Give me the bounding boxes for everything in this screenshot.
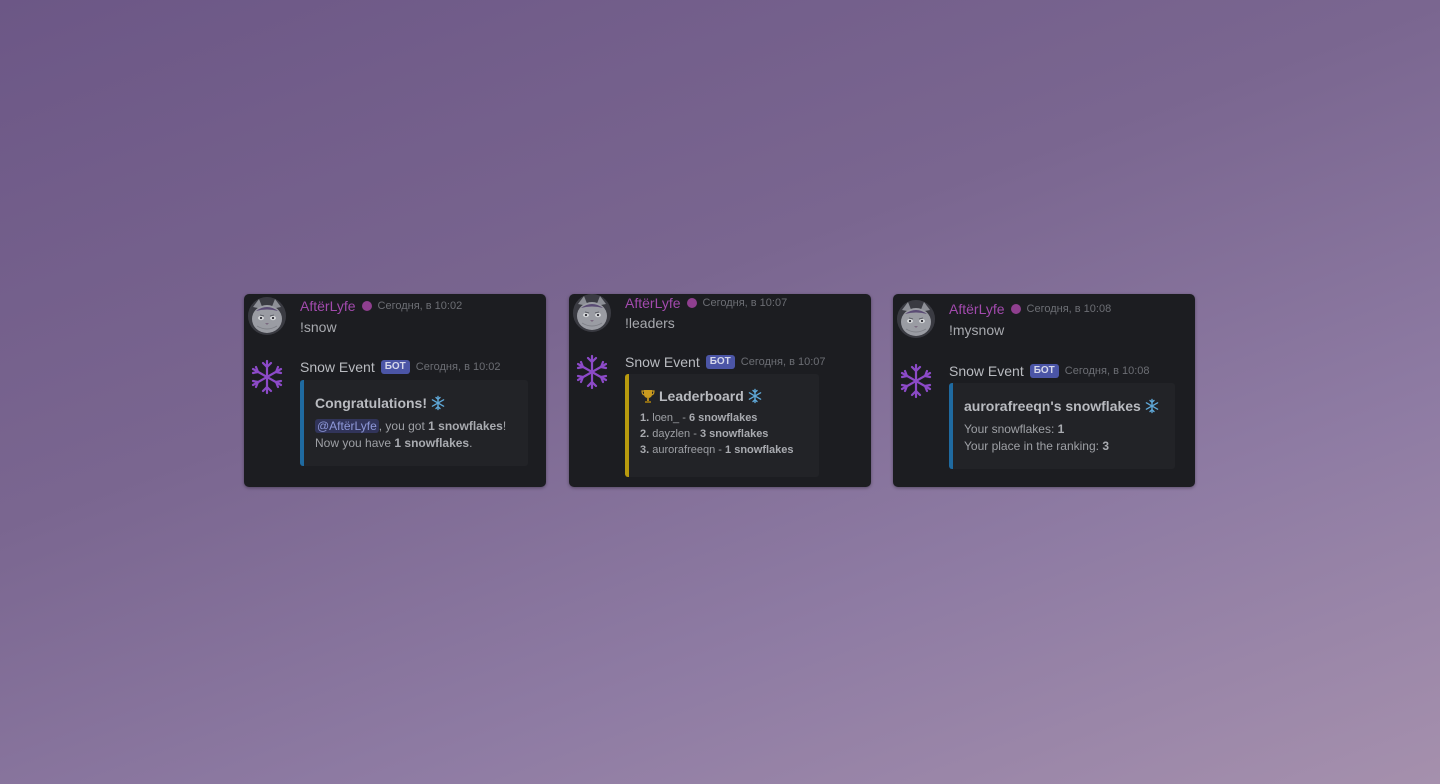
bot-name[interactable]: Snow Event xyxy=(300,359,375,375)
bot-badge: БОТ xyxy=(705,355,735,369)
snowflake-icon[interactable] xyxy=(248,358,286,396)
embed-body: @AftërLyfe, you got 1 snowflakes! Now yo… xyxy=(315,419,507,450)
timestamp: Сегодня, в 10:02 xyxy=(377,300,463,312)
leaderboard-row: 1. loen_ - 6 snowflakes xyxy=(640,412,758,424)
embed: Congratulations! @AftërLyfe, you got 1 s… xyxy=(300,380,528,466)
bot-name[interactable]: Snow Event xyxy=(625,354,700,370)
command-text: !leaders xyxy=(625,315,675,331)
embed: Leaderboard 1. loen_ - 6 snowflakes 2. d… xyxy=(625,374,819,477)
snowflake-icon[interactable] xyxy=(897,362,935,400)
user-mention[interactable]: @AftërLyfe xyxy=(315,419,379,433)
status-dot-icon xyxy=(361,301,372,311)
cat-avatar-icon[interactable] xyxy=(248,297,286,335)
status-dot-icon xyxy=(686,298,697,308)
bot-name[interactable]: Snow Event xyxy=(949,363,1024,379)
username[interactable]: AftërLyfe xyxy=(625,295,681,311)
embed-title: aurorafreeqn's snowflakes xyxy=(964,398,1175,414)
snowflake-emoji-icon xyxy=(1144,398,1160,414)
embed: aurorafreeqn's snowflakes Your snowflake… xyxy=(949,383,1175,469)
timestamp: Сегодня, в 10:07 xyxy=(702,297,788,309)
timestamp: Сегодня, в 10:08 xyxy=(1026,303,1112,315)
cat-avatar-icon[interactable] xyxy=(897,300,935,338)
bot-badge: БОТ xyxy=(380,360,410,374)
message-card-leaders: AftërLyfe Сегодня, в 10:07 !leaders Snow… xyxy=(569,294,871,487)
command-text: !snow xyxy=(300,319,337,335)
embed-title: Leaderboard xyxy=(640,388,819,404)
embed-title: Congratulations! xyxy=(315,395,528,411)
snowflake-icon[interactable] xyxy=(573,353,611,391)
username[interactable]: AftërLyfe xyxy=(949,301,1005,317)
timestamp: Сегодня, в 10:07 xyxy=(740,356,826,368)
command-text: !mysnow xyxy=(949,322,1005,338)
embed-body: Your snowflakes: 1 Your place in the ran… xyxy=(964,422,1110,453)
leaderboard-row: 3. aurorafreeqn - 1 snowflakes xyxy=(640,444,794,456)
trophy-icon xyxy=(640,388,656,404)
status-dot-icon xyxy=(1010,304,1021,314)
message-card-mysnow: AftërLyfe Сегодня, в 10:08 !mysnow Snow … xyxy=(893,294,1195,487)
cat-avatar-icon[interactable] xyxy=(573,294,611,332)
message-card-snow: AftërLyfe Сегодня, в 10:02 !snow Snow Ev… xyxy=(244,294,546,487)
snowflake-emoji-icon xyxy=(430,395,446,411)
snowflake-emoji-icon xyxy=(747,388,763,404)
bot-badge: БОТ xyxy=(1029,364,1059,378)
leaderboard-list: 1. loen_ - 6 snowflakes 2. dayzlen - 3 s… xyxy=(640,410,819,458)
timestamp: Сегодня, в 10:08 xyxy=(1064,365,1150,377)
leaderboard-row: 2. dayzlen - 3 snowflakes xyxy=(640,428,769,440)
timestamp: Сегодня, в 10:02 xyxy=(415,361,501,373)
username[interactable]: AftërLyfe xyxy=(300,298,356,314)
